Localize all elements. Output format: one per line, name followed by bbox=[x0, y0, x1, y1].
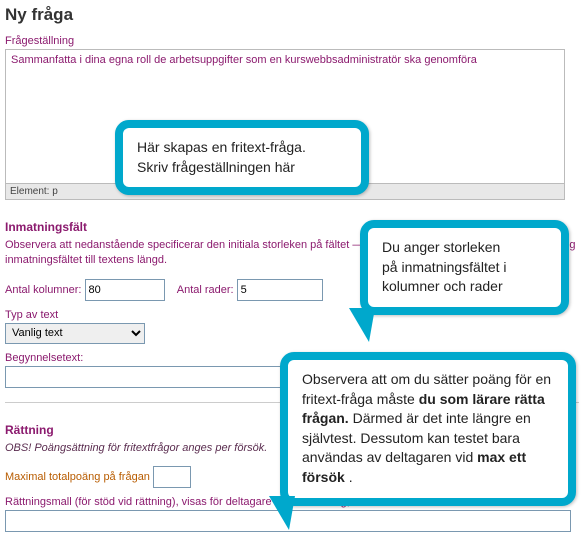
callout-line: Skriv frågeställningen här bbox=[137, 158, 347, 178]
callout-line: Här skapas en fritext-fråga. bbox=[137, 138, 347, 158]
callout-line: Du anger storleken bbox=[382, 238, 547, 258]
page-title: Ny fråga bbox=[5, 5, 579, 25]
callout-line: kolumner och rader bbox=[382, 277, 547, 297]
cols-input[interactable] bbox=[85, 279, 165, 301]
editor-label: Frågeställning bbox=[5, 35, 579, 47]
text-type-select[interactable]: Vanlig text bbox=[5, 323, 145, 344]
callout-editor-hint: Här skapas en fritext-fråga. Skriv fråge… bbox=[115, 120, 369, 195]
max-score-label: Maximal totalpoäng på frågan bbox=[5, 471, 150, 483]
callout-grading-hint: Observera att om du sätter poäng för en … bbox=[280, 352, 576, 506]
callout-arrow-icon bbox=[349, 308, 375, 342]
max-score-input[interactable] bbox=[153, 466, 191, 488]
callout-size-hint: Du anger storleken på inmatningsfältet i… bbox=[360, 220, 569, 315]
callout-arrow-icon bbox=[269, 496, 295, 530]
rows-label: Antal rader: bbox=[177, 284, 234, 296]
editor-content: Sammanfatta i dina egna roll de arbetsup… bbox=[11, 54, 477, 66]
rows-input[interactable] bbox=[237, 279, 323, 301]
callout-line: på inmatningsfältet i bbox=[382, 258, 547, 278]
cols-label: Antal kolumner: bbox=[5, 284, 81, 296]
callout-text: . bbox=[349, 469, 353, 485]
